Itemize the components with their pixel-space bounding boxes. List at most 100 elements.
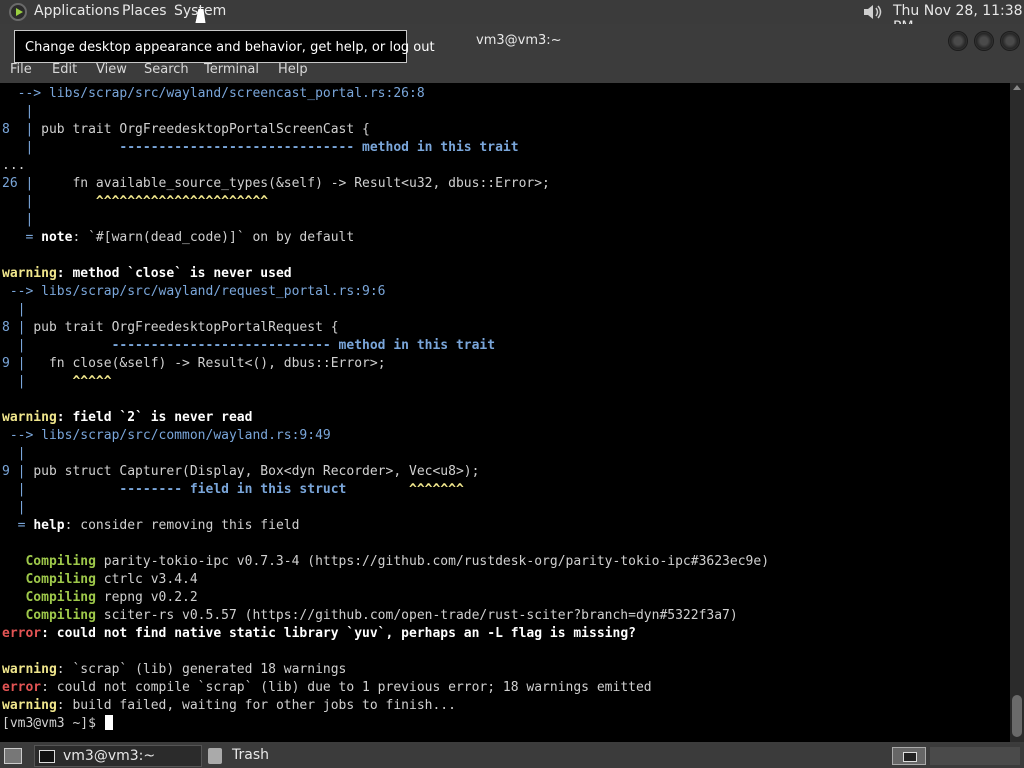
terminal-line: 8 | pub trait OrgFreedesktopPortalScreen… bbox=[2, 121, 769, 139]
terminal-line: | -------- field in this struct ^^^^^^^ bbox=[2, 481, 769, 499]
terminal-line: = help: consider removing this field bbox=[2, 517, 769, 535]
terminal-line: | bbox=[2, 301, 769, 319]
terminal-text: ------------------------------ method in… bbox=[119, 140, 519, 155]
terminal-line: 8 | pub trait OrgFreedesktopPortalReques… bbox=[2, 319, 769, 337]
taskbar-item-trash[interactable]: Trash bbox=[206, 745, 366, 767]
places-menu[interactable]: Places bbox=[122, 3, 167, 19]
terminal-line: --> libs/scrap/src/wayland/request_porta… bbox=[2, 283, 769, 301]
terminal-line: 9 | pub struct Capturer(Display, Box<dyn… bbox=[2, 463, 769, 481]
terminal-text: help bbox=[33, 518, 65, 533]
terminal-text: warning bbox=[2, 698, 57, 713]
terminal-line: --> libs/scrap/src/common/wayland.rs:9:4… bbox=[2, 427, 769, 445]
terminal-text: warning bbox=[2, 410, 57, 425]
scroll-up-arrow-icon[interactable] bbox=[1013, 85, 1021, 90]
terminal-text: 26 | bbox=[2, 176, 73, 191]
terminal-text: fn close(&self) -> Result<(), dbus::Erro… bbox=[48, 356, 386, 371]
applications-menu[interactable]: Applications bbox=[34, 3, 120, 19]
maximize-button[interactable] bbox=[974, 31, 994, 51]
mouse-pointer-icon bbox=[195, 9, 209, 23]
terminal-text: 8 | bbox=[2, 122, 42, 137]
terminal-text: | bbox=[2, 212, 34, 227]
text-cursor bbox=[104, 715, 113, 730]
terminal-line: | bbox=[2, 499, 769, 517]
terminal-text: ^^^^^^^^^^^^^^^^^^^^^^ bbox=[95, 194, 269, 209]
terminal-text: = bbox=[2, 518, 34, 533]
terminal-text: : `#[warn(dead_code)]` on by default bbox=[72, 230, 355, 245]
terminal-output[interactable]: --> libs/scrap/src/wayland/screencast_po… bbox=[0, 83, 1010, 742]
terminal-text: --> libs/scrap/src/wayland/request_porta… bbox=[2, 284, 386, 299]
terminal-text: ^^^^^ bbox=[72, 374, 112, 389]
terminal-text: | bbox=[2, 446, 26, 461]
terminal-line: warning: `scrap` (lib) generated 18 warn… bbox=[2, 661, 769, 679]
menu-file[interactable]: File bbox=[10, 62, 32, 77]
terminal-text: parity-tokio-ipc v0.7.3-4 (https://githu… bbox=[95, 554, 770, 569]
terminal-icon bbox=[39, 750, 55, 763]
workspace-2[interactable] bbox=[930, 747, 1020, 765]
taskbar-item-label: Trash bbox=[232, 747, 269, 763]
menu-help[interactable]: Help bbox=[278, 62, 308, 77]
terminal-line: Compiling sciter-rs v0.5.57 (https://git… bbox=[2, 607, 769, 625]
terminal-text: error bbox=[2, 626, 42, 641]
terminal-window: vm3@vm3:~ File Edit View Search Terminal… bbox=[0, 24, 1024, 744]
terminal-text: repng v0.2.2 bbox=[95, 590, 198, 605]
taskbar-item-terminal[interactable]: vm3@vm3:~ bbox=[34, 745, 202, 767]
show-desktop-icon[interactable] bbox=[4, 748, 22, 764]
terminal-text: : could not compile `scrap` (lib) due to… bbox=[41, 680, 652, 695]
terminal-text: -------- field in this struct bbox=[119, 482, 347, 497]
terminal-text: Compiling bbox=[2, 608, 96, 623]
terminal-line: | bbox=[2, 211, 769, 229]
terminal-text: : could not find native static library `… bbox=[41, 626, 636, 641]
terminal-text: pub struct Capturer(Display, Box<dyn Rec… bbox=[33, 464, 480, 479]
terminal-text: : field `2` is never read bbox=[56, 410, 253, 425]
volume-icon[interactable] bbox=[862, 2, 884, 22]
terminal-text: Compiling bbox=[2, 572, 96, 587]
terminal-line: --> libs/scrap/src/wayland/screencast_po… bbox=[2, 85, 769, 103]
terminal-line: = note: `#[warn(dead_code)]` on by defau… bbox=[2, 229, 769, 247]
terminal-text: Compiling bbox=[2, 590, 96, 605]
terminal-text: : consider removing this field bbox=[64, 518, 300, 533]
distro-logo-icon[interactable] bbox=[9, 3, 27, 21]
terminal-line: warning: method `close` is never used bbox=[2, 265, 769, 283]
terminal-text: | bbox=[2, 140, 120, 155]
terminal-text: : method `close` is never used bbox=[56, 266, 292, 281]
terminal-line: | bbox=[2, 103, 769, 121]
terminal-text: error bbox=[2, 680, 42, 695]
terminal-text: : build failed, waiting for other jobs t… bbox=[56, 698, 456, 713]
terminal-text: | bbox=[2, 338, 112, 353]
terminal-prompt-line[interactable]: [vm3@vm3 ~]$ bbox=[2, 715, 769, 733]
terminal-text: ---------------------------- method in t… bbox=[111, 338, 496, 353]
close-button[interactable] bbox=[1000, 31, 1020, 51]
terminal-text: | bbox=[2, 500, 26, 515]
minimize-button[interactable] bbox=[948, 31, 968, 51]
terminal-line: | ---------------------------- method in… bbox=[2, 337, 769, 355]
menu-view[interactable]: View bbox=[96, 62, 127, 77]
scrollbar-thumb[interactable] bbox=[1012, 695, 1022, 737]
terminal-line: | bbox=[2, 445, 769, 463]
terminal-line: Compiling ctrlc v3.4.4 bbox=[2, 571, 769, 589]
terminal-line: warning: build failed, waiting for other… bbox=[2, 697, 769, 715]
menu-terminal[interactable]: Terminal bbox=[204, 62, 259, 77]
terminal-text: | bbox=[2, 374, 73, 389]
top-panel: Applications Places System Thu Nov 28, 1… bbox=[0, 0, 1024, 35]
terminal-text: sciter-rs v0.5.57 (https://github.com/op… bbox=[95, 608, 738, 623]
terminal-line: ... bbox=[2, 157, 769, 175]
terminal-line: | ------------------------------ method … bbox=[2, 139, 769, 157]
terminal-scrollbar[interactable] bbox=[1010, 83, 1024, 742]
terminal-line: error: could not compile `scrap` (lib) d… bbox=[2, 679, 769, 697]
terminal-line: warning: field `2` is never read bbox=[2, 409, 769, 427]
workspace-switcher[interactable] bbox=[892, 747, 926, 765]
menu-edit[interactable]: Edit bbox=[52, 62, 77, 77]
terminal-text: 9 | bbox=[2, 356, 49, 371]
terminal-text: | bbox=[2, 302, 26, 317]
menu-search[interactable]: Search bbox=[144, 62, 189, 77]
bottom-panel: vm3@vm3:~ Trash bbox=[0, 744, 1024, 768]
terminal-line: | ^^^^^^^^^^^^^^^^^^^^^^ bbox=[2, 193, 769, 211]
terminal-text: --> libs/scrap/src/common/wayland.rs:9:4… bbox=[2, 428, 331, 443]
terminal-text: warning bbox=[2, 266, 57, 281]
terminal-line: Compiling repng v0.2.2 bbox=[2, 589, 769, 607]
terminal-text: pub trait OrgFreedesktopPortalRequest { bbox=[33, 320, 339, 335]
